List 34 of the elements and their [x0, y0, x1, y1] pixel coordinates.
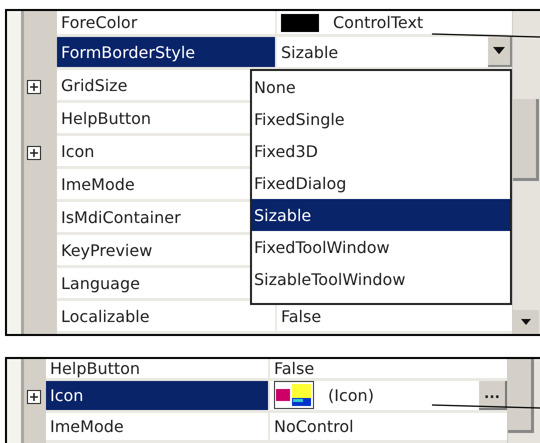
value-text: Sizable [281, 42, 338, 62]
scrollbar-thumb[interactable] [508, 359, 534, 433]
value-text: False [274, 359, 314, 378]
scroll-down-button[interactable] [513, 310, 539, 334]
property-value[interactable]: (Icon) ... [270, 381, 507, 413]
property-name[interactable]: ForeColor [61, 13, 138, 32]
dropdown-button[interactable] [488, 37, 512, 67]
value-text: (Icon) [328, 386, 374, 405]
image-icon [274, 381, 314, 410]
scrollbar[interactable] [507, 359, 540, 443]
property-name[interactable]: Icon [61, 142, 94, 160]
caret-down-icon [493, 47, 505, 55]
property-name[interactable]: Localizable [61, 306, 150, 326]
property-name[interactable]: HelpButton [50, 359, 140, 378]
scrollbar-thumb[interactable] [513, 99, 539, 181]
property-name[interactable]: Language [61, 274, 140, 292]
property-name[interactable]: ImeMode [61, 174, 135, 194]
dropdown-option[interactable]: Sizable [252, 199, 510, 231]
property-name[interactable]: KeyPreview [61, 240, 152, 260]
expand-icon[interactable] [27, 390, 41, 404]
expand-icon[interactable] [27, 80, 41, 94]
value-text: NoControl [274, 416, 354, 436]
property-name[interactable]: FormBorderStyle [61, 42, 196, 62]
property-name[interactable]: ImeMode [50, 416, 124, 436]
property-name[interactable]: GridSize [61, 76, 128, 94]
property-name[interactable]: Icon [50, 386, 84, 405]
caret-down-icon [521, 319, 531, 325]
property-name[interactable]: IsMdiContainer [61, 208, 181, 226]
value-text: False [281, 306, 322, 326]
expand-icon[interactable] [27, 146, 41, 160]
value-text: ControlText [333, 13, 424, 32]
property-name[interactable]: HelpButton [61, 108, 152, 128]
scrollbar[interactable] [512, 11, 540, 334]
ellipsis-button[interactable]: ... [479, 381, 507, 410]
